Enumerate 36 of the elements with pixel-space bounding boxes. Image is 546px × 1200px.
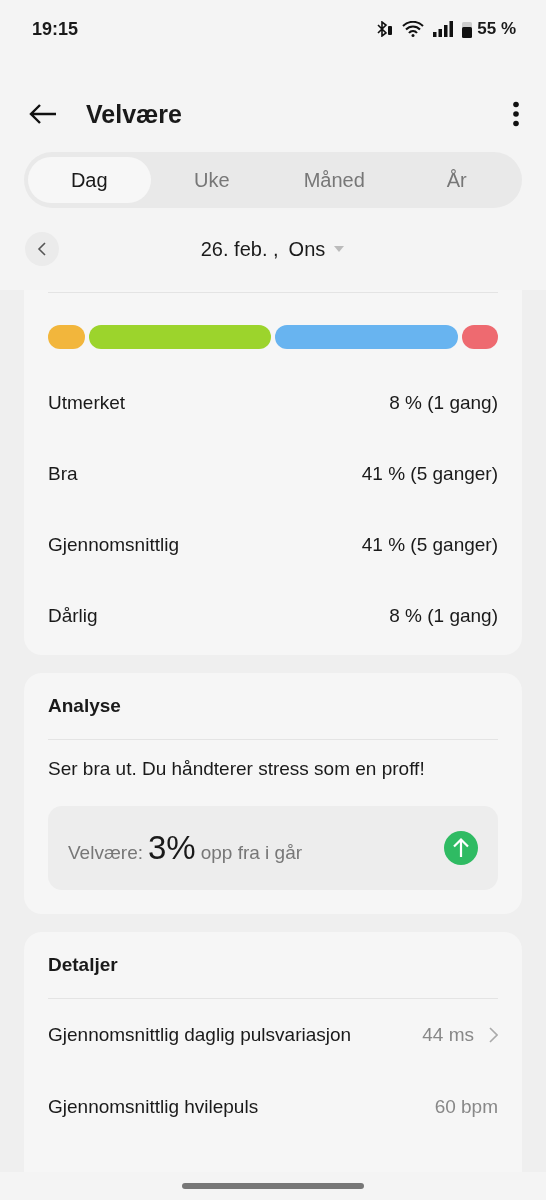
page-title: Velvære bbox=[86, 99, 182, 129]
category-value: 8 % (1 gang) bbox=[389, 391, 498, 414]
wifi-icon bbox=[402, 21, 425, 37]
section-title: Detaljer bbox=[48, 953, 119, 977]
category-value: 8 % (1 gang) bbox=[389, 604, 498, 627]
period-tab[interactable]: Dag bbox=[28, 157, 151, 203]
detail-value: 44 ms bbox=[422, 1024, 474, 1046]
detail-label: Gjennomsnittlig daglig pulsvariasjon bbox=[48, 1024, 352, 1046]
category-label: Dårlig bbox=[48, 604, 98, 627]
period-tab[interactable]: Måned bbox=[273, 157, 396, 203]
detail-label: Gjennomsnittlig hvilepuls bbox=[48, 1096, 259, 1118]
category-label: Gjennomsnittlig bbox=[48, 533, 179, 556]
period-tab[interactable]: År bbox=[395, 157, 518, 203]
chevron-left-icon bbox=[37, 241, 47, 257]
analysis-text: Ser bra ut. Du håndterer stress som en proff! bbox=[48, 758, 426, 780]
previous-day-button[interactable] bbox=[25, 232, 59, 266]
change-text: opp fra i går bbox=[200, 842, 303, 864]
category-value: 41 % (5 ganger) bbox=[361, 533, 498, 556]
period-tab[interactable]: Uke bbox=[150, 157, 273, 203]
category-label: Bra bbox=[48, 462, 78, 485]
detail-value: 60 bpm bbox=[434, 1096, 498, 1118]
clock: 19:15 bbox=[32, 18, 79, 40]
battery-level: 55 % bbox=[477, 19, 516, 39]
date-picker[interactable]: 26. feb. , Ons bbox=[200, 237, 346, 261]
section-title: Analyse bbox=[48, 694, 122, 718]
chevron-right-icon[interactable] bbox=[488, 1026, 498, 1044]
battery-icon bbox=[462, 20, 473, 38]
category-value: 41 % (5 ganger) bbox=[361, 462, 498, 485]
bluetooth-icon bbox=[376, 21, 395, 37]
signal-icon bbox=[432, 21, 455, 37]
change-value: 3% bbox=[148, 829, 196, 867]
more-options-button[interactable] bbox=[512, 101, 520, 127]
back-button[interactable] bbox=[28, 103, 58, 125]
dropdown-caret-icon bbox=[333, 245, 346, 253]
category-label: Utmerket bbox=[48, 391, 126, 414]
change-label: Velvære: bbox=[68, 842, 143, 864]
